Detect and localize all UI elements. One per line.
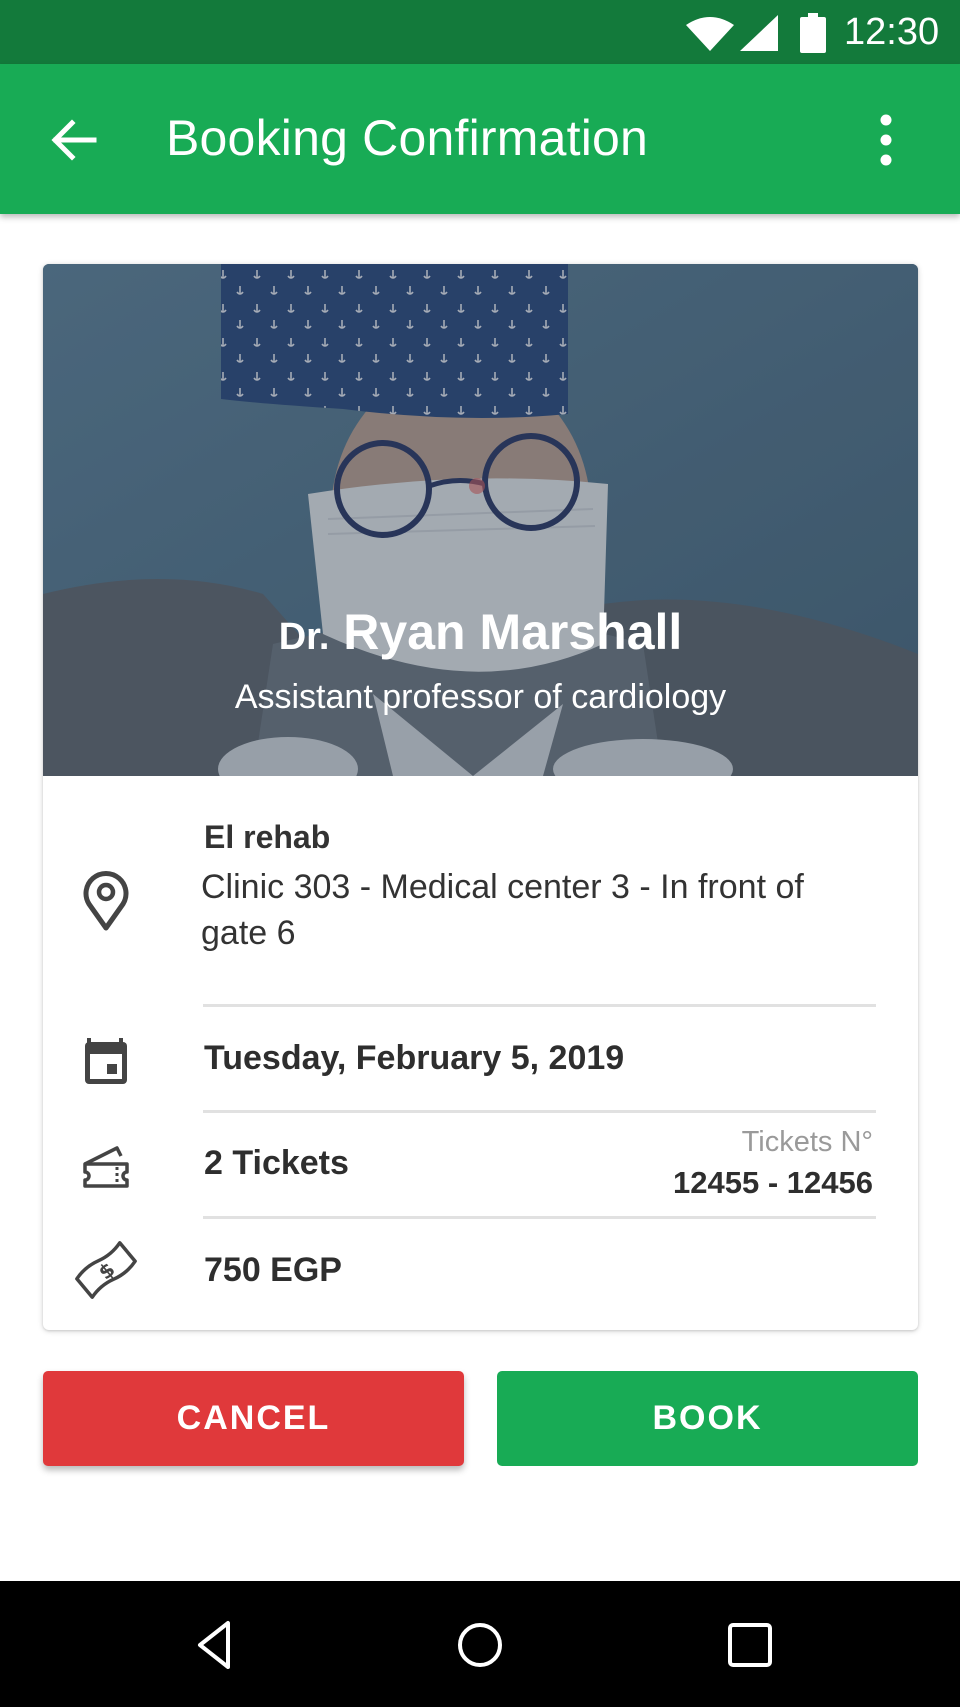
page-title: Booking Confirmation [166, 110, 649, 166]
appointment-date: Tuesday, February 5, 2019 [204, 1039, 625, 1077]
price-amount: 750 EGP [204, 1251, 342, 1289]
tickets-number-label: Tickets N° [741, 1126, 873, 1158]
doctor-title: Assistant professor of cardiology [234, 678, 727, 716]
battery-icon [800, 13, 826, 53]
app-bar: Booking Confirmation [0, 64, 960, 214]
doctor-name: Dr. Ryan Marshall [43, 602, 918, 667]
ticket-icon [83, 1146, 129, 1188]
book-button[interactable]: BOOK [497, 1371, 918, 1466]
divider [203, 1004, 876, 1007]
home-circle-icon[interactable] [450, 1615, 510, 1675]
back-triangle-icon[interactable] [186, 1615, 246, 1675]
system-nav-bar [0, 1581, 960, 1707]
status-bar: 12:30 [0, 0, 960, 64]
cancel-button[interactable]: CANCEL [43, 1371, 464, 1466]
wifi-icon [686, 17, 734, 51]
doctor-hero: Dr. Ryan Marshall Assistant professor of… [43, 264, 918, 776]
recents-square-icon[interactable] [720, 1615, 780, 1675]
arrow-left-icon[interactable] [48, 114, 100, 166]
doctor-prefix: Dr. [278, 616, 330, 658]
status-time: 12:30 [844, 11, 940, 53]
tickets-number-range: 12455 - 12456 [673, 1165, 873, 1200]
map-pin-icon [83, 871, 129, 931]
divider [203, 1216, 876, 1219]
location-address: Clinic 303 - Medical center 3 - In front… [201, 868, 804, 952]
more-vert-icon[interactable] [868, 112, 904, 168]
booking-card: Dr. Ryan Marshall Assistant professor of… [43, 264, 918, 1330]
money-icon: $ [75, 1241, 137, 1299]
doctor-full-name: Ryan Marshall [343, 604, 683, 660]
cell-signal-icon [740, 15, 778, 51]
calendar-icon [85, 1038, 127, 1084]
location-area: El rehab [204, 819, 331, 855]
tickets-count: 2 Tickets [204, 1144, 349, 1182]
divider [203, 1110, 876, 1113]
